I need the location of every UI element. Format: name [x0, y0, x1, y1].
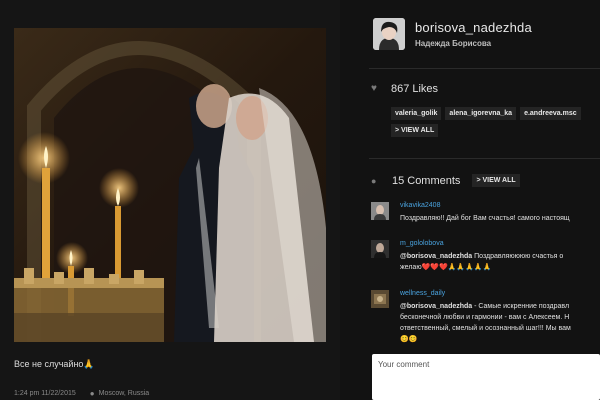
- comment-mention[interactable]: @borisova_nadezhda: [400, 303, 472, 310]
- commenter-avatar-image: [371, 290, 389, 308]
- post-meta: 1:24 pm 11/22/2015 ● Moscow, Russia: [14, 389, 149, 398]
- comment-text-line: 😊😊: [400, 336, 418, 343]
- comment-text-line: желаю❤️❤️❤️🙏🙏🙏🙏🙏: [400, 264, 492, 271]
- likes-count: 867: [391, 83, 410, 95]
- comment-item: vikavika2408 Поздравляю!! Дай бог Вам сч…: [371, 202, 600, 232]
- comment-input[interactable]: [372, 354, 600, 375]
- post-photo[interactable]: [14, 28, 326, 342]
- commenter-username[interactable]: wellness_daily: [400, 290, 445, 297]
- comment-text-line: бесконечной любви и гармонии - вам с Але…: [400, 314, 570, 321]
- heart-icon[interactable]: ♥: [371, 84, 381, 94]
- commenter-avatar[interactable]: [371, 240, 389, 258]
- commenter-username[interactable]: m_gololobova: [400, 240, 444, 247]
- comments-header: ● 15 Comments > VIEW ALL: [371, 174, 520, 187]
- post-card: Все не случайно🙏 1:24 pm 11/22/2015 ● Mo…: [0, 0, 340, 400]
- post-caption: Все не случайно🙏: [14, 359, 95, 369]
- comment-text: @borisova_nadezhda - Самые искренние поз…: [400, 301, 600, 349]
- likes-label: Likes: [412, 83, 439, 95]
- profile-username[interactable]: borisova_nadezhda: [415, 20, 532, 35]
- commenter-avatar-image: [371, 240, 389, 258]
- comment-text: Поздравляю!! Дай бог Вам счастья! самого…: [400, 215, 570, 222]
- view-all-comments-button[interactable]: > VIEW ALL: [472, 174, 520, 187]
- post-details-panel: borisova_nadezhda Надежда Борисова ♥ 867…: [355, 0, 600, 400]
- commenter-avatar[interactable]: [371, 202, 389, 220]
- comment-text-line: Поздравляюююю счастья о: [472, 253, 564, 260]
- commenter-avatar-image: [371, 202, 389, 220]
- profile-avatar[interactable]: [373, 18, 405, 50]
- comment-item: m_gololobova @borisova_nadezhda Поздравл…: [371, 240, 600, 280]
- comment-text-line: ответственный, смелый и осознанный шаг!!…: [400, 325, 571, 332]
- profile-avatar-image: [373, 18, 405, 50]
- liker-tag[interactable]: e.andreeva.msc: [520, 107, 581, 120]
- comment-input-box[interactable]: [372, 354, 600, 400]
- profile-full-name: Надежда Борисова: [415, 39, 492, 48]
- commenter-username[interactable]: vikavika2408: [400, 202, 440, 209]
- commenter-avatar[interactable]: [371, 290, 389, 308]
- comments-label: Comments: [407, 174, 461, 187]
- liked-by-list: valeria_golik alena_igorevna_ka e.andree…: [391, 107, 600, 137]
- location-pin-icon: ●: [89, 389, 95, 398]
- divider: [369, 68, 600, 69]
- likes-summary: ♥ 867 Likes: [371, 83, 438, 95]
- comment-bubble-icon: ●: [371, 176, 377, 186]
- divider: [369, 158, 600, 159]
- liker-tag[interactable]: alena_igorevna_ka: [445, 107, 517, 120]
- comment-item: wellness_daily @borisova_nadezhda - Самы…: [371, 290, 600, 350]
- view-all-likes-button[interactable]: > VIEW ALL: [391, 124, 439, 137]
- post-photo-image: [14, 28, 326, 342]
- comments-count: 15: [392, 174, 405, 187]
- comment-text-line: - Самые искренние поздравл: [472, 303, 570, 310]
- post-location[interactable]: Moscow, Russia: [99, 390, 150, 397]
- comment-mention[interactable]: @borisova_nadezhda: [400, 253, 472, 260]
- comment-text: @borisova_nadezhda Поздравляюююю счастья…: [400, 251, 600, 273]
- liker-tag[interactable]: valeria_golik: [391, 107, 442, 120]
- post-time: 1:24 pm 11/22/2015: [14, 390, 76, 397]
